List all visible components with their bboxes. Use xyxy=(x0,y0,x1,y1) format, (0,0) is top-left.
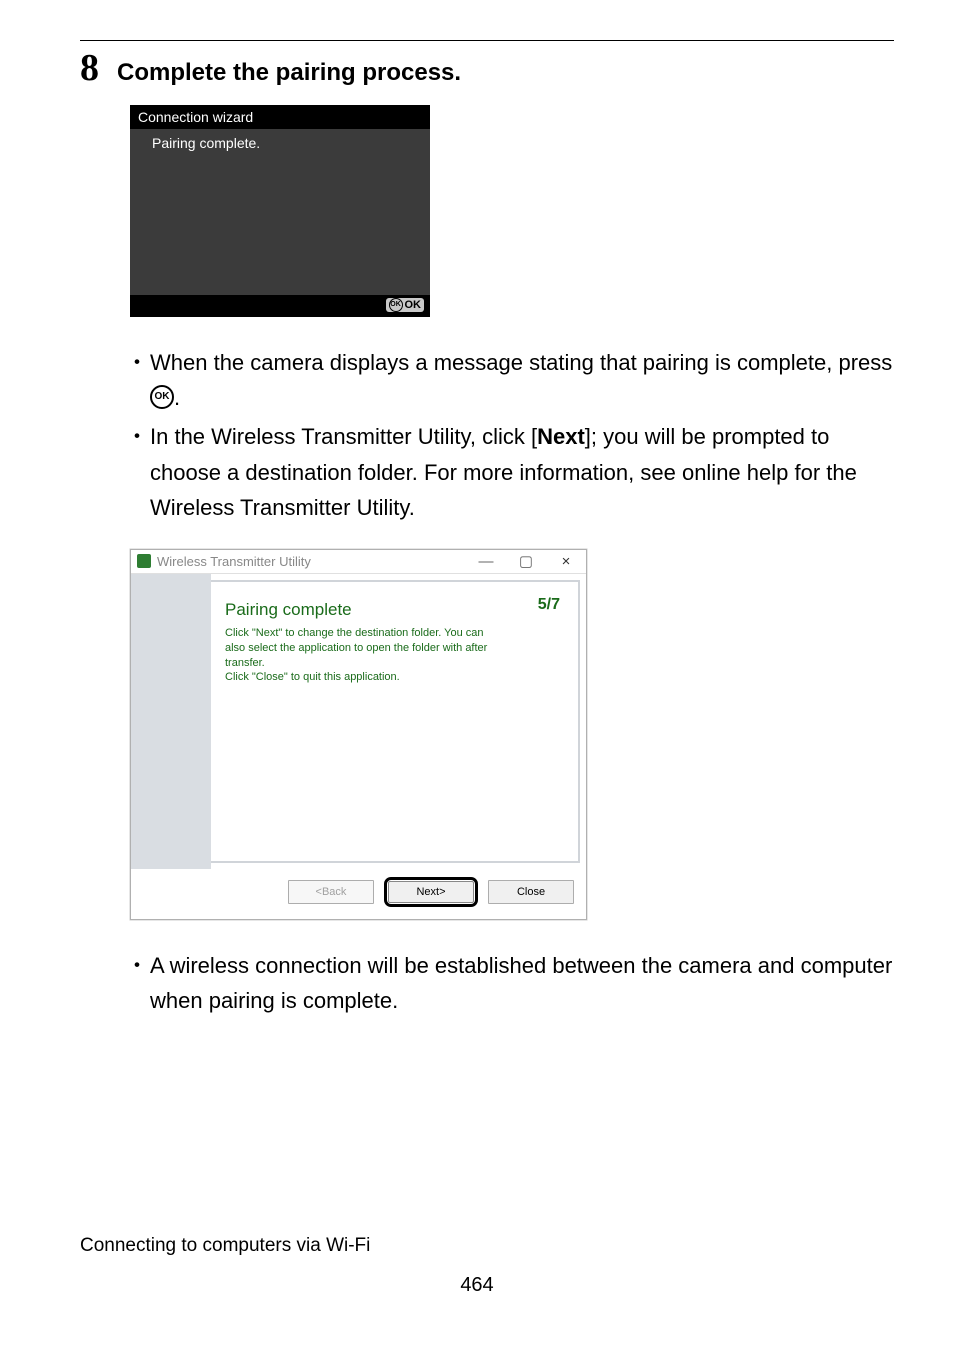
camera-lcd-screenshot: Connection wizard Pairing complete. OK O… xyxy=(130,105,430,317)
dialog-description-line: Click "Next" to change the destination f… xyxy=(225,626,495,671)
dialog-app-title: Wireless Transmitter Utility xyxy=(157,554,311,569)
bullet-text-post: . xyxy=(174,385,180,410)
minimize-icon[interactable]: — xyxy=(466,554,506,569)
window-controls: — ▢ × xyxy=(466,554,586,569)
close-icon[interactable]: × xyxy=(546,554,586,569)
ok-label: OK xyxy=(405,298,422,312)
maximize-icon[interactable]: ▢ xyxy=(506,554,546,569)
instruction-bullets-lower: A wireless connection will be establishe… xyxy=(130,948,894,1018)
dialog-sidebar xyxy=(131,574,211,869)
section-footer-label: Connecting to computers via Wi-Fi xyxy=(80,1235,370,1257)
dialog-step-counter: 5/7 xyxy=(538,596,560,614)
step-heading-row: 8 Complete the pairing process. xyxy=(80,49,894,87)
page-number: 464 xyxy=(0,1274,954,1297)
bullet-text: A wireless connection will be establishe… xyxy=(150,953,892,1013)
list-item: In the Wireless Transmitter Utility, cli… xyxy=(130,419,894,525)
next-keyword: Next xyxy=(537,424,585,449)
camera-screen-message: Pairing complete. xyxy=(152,135,420,151)
ok-button-icon: OK xyxy=(150,385,174,409)
bullet-text: When the camera displays a message stati… xyxy=(150,350,892,375)
back-button: <Back xyxy=(288,880,374,904)
camera-screen-title: Connection wizard xyxy=(130,105,430,129)
next-button-highlight: Next> xyxy=(384,877,478,907)
dialog-footer: <Back Next> Close xyxy=(131,869,586,919)
list-item: A wireless connection will be establishe… xyxy=(130,948,894,1018)
ok-icon: OK xyxy=(389,298,403,312)
wireless-transmitter-dialog: Wireless Transmitter Utility — ▢ × 5/7 P… xyxy=(130,549,587,920)
step-title: Complete the pairing process. xyxy=(117,59,461,87)
close-button[interactable]: Close xyxy=(488,880,574,904)
camera-ok-badge: OK OK xyxy=(386,298,425,312)
dialog-description-line: Click "Close" to quit this application. xyxy=(225,670,495,685)
dialog-titlebar: Wireless Transmitter Utility — ▢ × xyxy=(131,550,586,574)
instruction-bullets-upper: When the camera displays a message stati… xyxy=(130,345,894,525)
app-icon xyxy=(137,554,151,568)
next-button[interactable]: Next> xyxy=(388,881,474,903)
step-number: 8 xyxy=(80,49,99,87)
dialog-heading: Pairing complete xyxy=(225,600,562,620)
list-item: When the camera displays a message stati… xyxy=(130,345,894,415)
bullet-text: In the Wireless Transmitter Utility, cli… xyxy=(150,424,537,449)
dialog-main-panel: 5/7 Pairing complete Click "Next" to cha… xyxy=(211,580,580,863)
